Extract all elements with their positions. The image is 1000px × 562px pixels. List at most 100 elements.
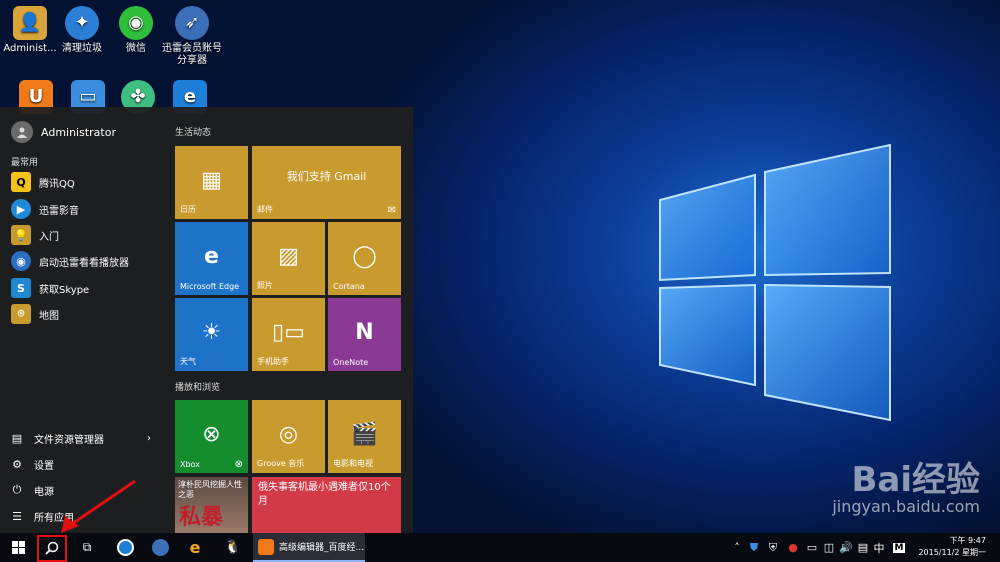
tile-news-image[interactable]: 淳朴民风挖掘人性之恶 私暴 (175, 477, 248, 533)
file-explorer-button[interactable]: ▤ 文件资源管理器 › (11, 428, 161, 448)
tile-cortana[interactable]: ◯ Cortana (328, 222, 401, 295)
tile-weather[interactable]: ☀ 天气 (175, 298, 248, 371)
news-headline: 淳朴民风挖掘人性之恶 (178, 480, 242, 499)
chevron-right-icon[interactable]: › (147, 433, 151, 444)
tile-news[interactable]: 俄失事客机最小遇难者仅10个月 (252, 477, 401, 533)
start-menu: Administrator 最常用 Q 腾讯QQ ▶ 迅雷影音 💡 入门 ◉ 启… (0, 107, 413, 533)
app-item-skype[interactable]: S 获取Skype (11, 277, 161, 299)
tray-security[interactable]: ⛨ (765, 533, 781, 562)
edge-icon: e (204, 244, 219, 269)
watermark-logo: Bai经验 (851, 460, 980, 500)
mail-headline: 我们支持 Gmail (286, 170, 367, 183)
tray-ime-mode[interactable]: M (891, 533, 907, 562)
tile-label: 手机助手 (257, 357, 289, 366)
tile-label: Cortana (333, 282, 365, 291)
folder-icon: ▤ (11, 431, 23, 445)
photos-icon: ▨ (278, 244, 299, 269)
xbox-badge-icon: ⊗ (234, 459, 243, 470)
phone-companion-icon: ▯▭ (272, 320, 305, 345)
desktop-icon-administrator[interactable]: 👤 Administ... (0, 6, 60, 55)
tray-shield[interactable]: ⛊ (746, 533, 762, 562)
desktop-icon-wechat[interactable]: ◉ 微信 (106, 6, 166, 55)
tile-movies-tv[interactable]: 🎬 电影和电视 (328, 400, 401, 473)
clapperboard-icon: 🎬 (350, 422, 379, 447)
user-account[interactable]: Administrator (11, 121, 116, 143)
tile-phone-companion[interactable]: ▯▭ 手机助手 (252, 298, 325, 371)
security-icon: ⛨ (768, 540, 778, 554)
settings-button[interactable]: ⚙ 设置 (11, 454, 161, 474)
windows-logo-wallpaper (659, 143, 891, 422)
desktop-icon-xunlei[interactable]: ➶ 迅雷会员账号分享器 (162, 6, 222, 67)
xunlei-player-icon: ▶ (11, 199, 31, 219)
tile-calendar[interactable]: ▦ 日历 (175, 146, 248, 219)
app-item-qq[interactable]: Q 腾讯QQ (11, 171, 161, 193)
tile-label: Xbox (180, 460, 200, 469)
baidu-jingyan-watermark: Bai经验 jingyan.baidu.com (832, 452, 980, 516)
tile-label: OneNote (333, 358, 369, 367)
app-item-maps[interactable]: ⌾ 地图 (11, 303, 161, 325)
notification-icon: ▤ (857, 541, 869, 554)
app-item-xunlei-kankan[interactable]: ◉ 启动迅雷看看播放器 (11, 250, 161, 272)
kankan-icon: ◉ (11, 251, 31, 271)
desktop-icon-label: 迅雷会员账号分享器 (162, 43, 222, 66)
taskbar-active-window[interactable]: 高级编辑器_百度经... (253, 533, 365, 562)
taskbar-app-qq[interactable]: 🐧 (218, 533, 248, 562)
calendar-icon: ▦ (201, 168, 222, 193)
xbox-icon: ⊗ (202, 422, 221, 447)
ime-mode-icon: M (892, 542, 906, 553)
tile-onenote[interactable]: N OneNote (328, 298, 401, 371)
tile-groove-music[interactable]: ◎ Groove 音乐 (252, 400, 325, 473)
chevron-up-icon: ˄ (734, 541, 740, 554)
qq-penguin-icon: Q (11, 172, 31, 192)
tile-label: 天气 (180, 357, 196, 366)
tile-label: 电影和电视 (333, 459, 373, 468)
user-avatar-icon (11, 121, 33, 143)
bottom-label: 设置 (34, 460, 54, 472)
tray-app[interactable]: ● (784, 533, 802, 562)
tray-ime[interactable]: 中 (872, 533, 886, 562)
envelope-icon: ✉ (387, 205, 396, 216)
xunlei-bird-icon: ➶ (175, 6, 209, 40)
qq-penguin-icon: 🐧 (224, 540, 242, 555)
tile-edge[interactable]: e Microsoft Edge (175, 222, 248, 295)
tile-mail[interactable]: 我们支持 Gmail 邮件 ✉ (252, 146, 401, 219)
tile-label: 邮件 (257, 205, 273, 214)
tile-group-heading-life: 生活动态 (175, 128, 212, 138)
desktop-icon-label: 清理垃圾 (62, 43, 102, 54)
watermark-url: jingyan.baidu.com (832, 497, 980, 516)
gear-icon: ⚙ (12, 457, 22, 471)
tile-photos[interactable]: ▨ 照片 (252, 222, 325, 295)
app-item-xunlei-player[interactable]: ▶ 迅雷影音 (11, 198, 161, 220)
tray-battery[interactable]: ▭ (804, 533, 820, 562)
tray-network[interactable]: ◫ (821, 533, 837, 562)
app-label: 地图 (39, 310, 59, 322)
app-label: 启动迅雷看看播放器 (39, 257, 129, 269)
desktop-icon-label: 微信 (126, 43, 146, 54)
app-label: 迅雷影音 (39, 205, 79, 217)
tile-group-heading-play: 播放和浏览 (175, 383, 221, 393)
sun-icon: ☀ (201, 320, 222, 345)
desktop-icon-cleaner[interactable]: ✦ 清理垃圾 (52, 6, 112, 55)
desktop-icon-label: Administ... (3, 43, 57, 54)
taskbar-clock[interactable]: 下午 9:47 2015/11/2 星期一 (918, 535, 986, 559)
battery-icon: ▭ (806, 541, 818, 554)
tile-label: Microsoft Edge (180, 282, 240, 291)
show-hidden-icons-button[interactable]: ˄ (732, 533, 742, 562)
onenote-icon: N (355, 320, 374, 345)
start-button[interactable] (0, 533, 36, 562)
app-label: 入门 (39, 231, 59, 243)
map-pin-icon: ⌾ (11, 304, 31, 324)
taskbar-app-xunlei[interactable] (145, 533, 175, 562)
tray-volume[interactable]: 🔊 (838, 533, 854, 562)
tile-xbox[interactable]: ⊗ Xbox ⊗ (175, 400, 248, 473)
app-label: 腾讯QQ (39, 178, 75, 190)
taskbar-app-ie[interactable]: e (180, 533, 210, 562)
ie-icon: e (189, 538, 201, 557)
bottom-label: 文件资源管理器 (34, 434, 104, 446)
tray-app-icon: ● (788, 541, 798, 554)
app-item-get-started[interactable]: 💡 入门 (11, 224, 161, 246)
tray-action-center[interactable]: ▤ (855, 533, 871, 562)
start-menu-left-column: Administrator 最常用 Q 腾讯QQ ▶ 迅雷影音 💡 入门 ◉ 启… (0, 107, 163, 533)
windows-start-icon (11, 541, 25, 554)
broom-icon: ✦ (65, 6, 99, 40)
